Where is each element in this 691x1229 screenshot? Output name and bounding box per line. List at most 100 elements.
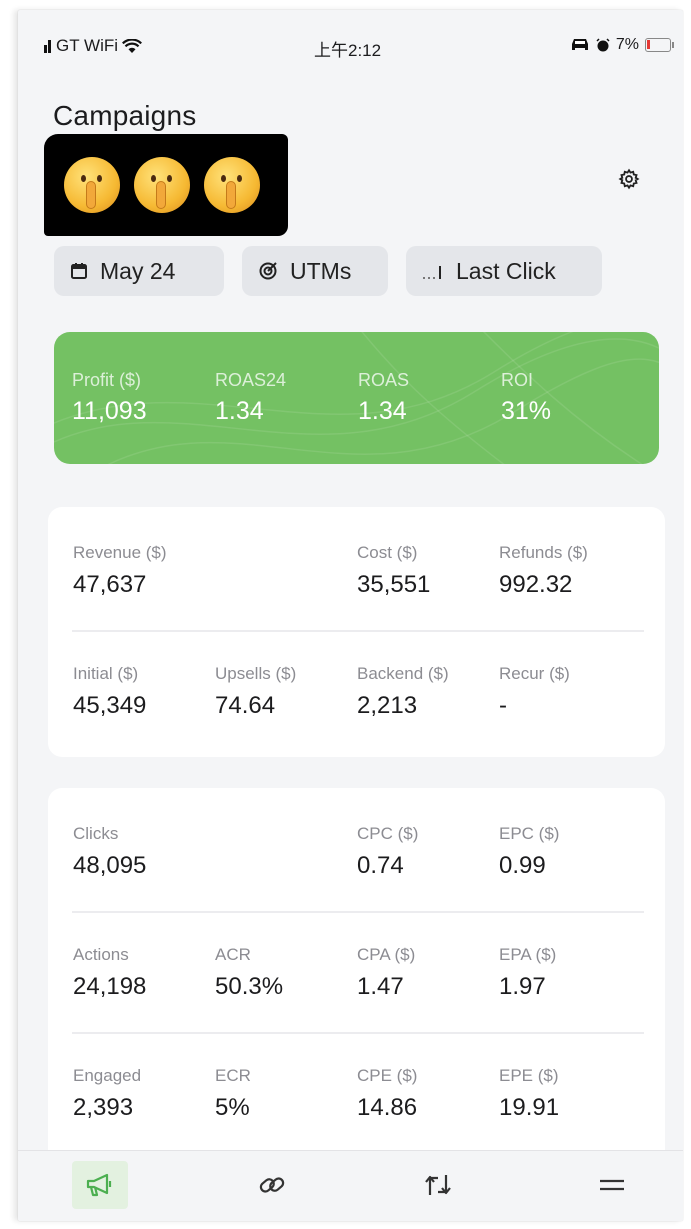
stat-value: 74.64 <box>215 692 276 719</box>
stat-value: 35,551 <box>357 571 431 598</box>
nav-conversions[interactable] <box>410 1161 466 1209</box>
nav-campaigns[interactable] <box>72 1161 128 1209</box>
summary-metric-profit: Profit ($) 11,093 <box>72 370 147 426</box>
stat-value: 5% <box>215 1094 250 1121</box>
stat-recur: Recur ($) - <box>499 664 570 720</box>
stat-value: - <box>499 692 507 719</box>
attribution-filter-button[interactable]: Last Click <box>406 246 602 296</box>
phone-screen: GT WiFi 上午2:12 7% Campaigns May 24 UTMs … <box>18 10 683 1221</box>
stat-value: 24,198 <box>73 973 147 1000</box>
wifi-icon <box>122 38 142 53</box>
stat-value: 2,213 <box>357 692 418 719</box>
stat-label: CPC ($) <box>357 824 419 843</box>
shushing-face-icon <box>134 157 190 213</box>
shushing-face-icon <box>204 157 260 213</box>
page-title: Campaigns <box>53 100 197 131</box>
attribution-filter-label: Last Click <box>456 257 556 284</box>
stat-epa: EPA ($) 1.97 <box>499 945 556 1001</box>
menu-icon <box>600 1179 624 1191</box>
link-icon <box>259 1177 285 1193</box>
redacted-emoji-block <box>44 134 288 236</box>
stat-value: 48,095 <box>73 852 147 879</box>
stat-acr: ACR 50.3% <box>215 945 283 1001</box>
stat-engaged: Engaged 2,393 <box>73 1066 141 1122</box>
bar-chart-icon <box>423 266 441 279</box>
profit-summary-card[interactable]: Profit ($) 11,093 ROAS24 1.34 ROAS 1.34 … <box>54 332 659 464</box>
stat-label: Revenue ($) <box>73 543 167 562</box>
status-bar: GT WiFi 上午2:12 7% <box>18 32 683 62</box>
stat-value: 1.47 <box>357 973 404 1000</box>
stat-label: Actions <box>73 945 129 964</box>
shushing-face-icon <box>64 157 120 213</box>
date-filter-button[interactable]: May 24 <box>54 246 224 296</box>
revenue-stats-card[interactable]: Revenue ($) 47,637 Cost ($) 35,551 Refun… <box>48 507 665 757</box>
metric-value: 11,093 <box>72 397 147 425</box>
calendar-icon <box>71 263 87 279</box>
settings-button[interactable] <box>616 166 642 192</box>
stat-refunds: Refunds ($) 992.32 <box>499 543 588 599</box>
utms-filter-button[interactable]: UTMs <box>242 246 388 296</box>
stat-label: EPA ($) <box>499 945 557 964</box>
stat-cpe: CPE ($) 14.86 <box>357 1066 417 1122</box>
stat-label: EPC ($) <box>499 824 560 843</box>
metric-label: ROI <box>501 370 534 390</box>
stat-actions: Actions 24,198 <box>73 945 146 1001</box>
summary-metric-roas24: ROAS24 1.34 <box>215 370 286 426</box>
stat-backend: Backend ($) 2,213 <box>357 664 449 720</box>
traffic-stats-card[interactable]: Clicks 48,095 CPC ($) 0.74 EPC ($) 0.99 … <box>48 788 665 1188</box>
stat-label: Refunds ($) <box>499 543 588 562</box>
alarm-icon <box>596 38 610 52</box>
stat-cost: Cost ($) 35,551 <box>357 543 430 599</box>
stat-label: CPA ($) <box>357 945 416 964</box>
stat-label: ECR <box>215 1066 251 1085</box>
divider <box>72 1032 644 1034</box>
stat-upsells: Upsells ($) 74.64 <box>215 664 296 720</box>
metric-label: Profit ($) <box>72 370 142 390</box>
stat-value: 50.3% <box>215 973 284 1000</box>
stat-cpa: CPA ($) 1.47 <box>357 945 415 1001</box>
stat-label: EPE ($) <box>499 1066 559 1085</box>
stat-epc: EPC ($) 0.99 <box>499 824 559 880</box>
utms-filter-label: UTMs <box>290 257 352 284</box>
bottom-nav <box>18 1150 683 1221</box>
stat-value: 47,637 <box>73 571 147 598</box>
signal-icon <box>44 39 52 53</box>
date-filter-label: May 24 <box>100 257 176 284</box>
stat-value: 45,349 <box>73 692 147 719</box>
summary-metric-roas: ROAS 1.34 <box>358 370 409 426</box>
nav-links[interactable] <box>244 1161 300 1209</box>
nav-menu[interactable] <box>584 1161 640 1209</box>
stat-label: Engaged <box>73 1066 142 1085</box>
car-icon <box>571 39 588 50</box>
stat-epe: EPE ($) 19.91 <box>499 1066 559 1122</box>
carrier-label: GT WiFi <box>56 36 119 55</box>
stat-value: 2,393 <box>73 1094 134 1121</box>
megaphone-icon <box>86 1173 112 1197</box>
stat-value: 0.99 <box>499 852 546 879</box>
stat-label: Cost ($) <box>357 543 418 562</box>
status-time: 上午2:12 <box>314 41 382 60</box>
stat-value: 1.97 <box>499 973 546 1000</box>
stat-ecr: ECR 5% <box>215 1066 251 1122</box>
stat-label: Clicks <box>73 824 119 843</box>
stat-value: 0.74 <box>357 852 404 879</box>
summary-metric-roi: ROI 31% <box>501 370 551 426</box>
stat-initial: Initial ($) 45,349 <box>73 664 146 720</box>
metric-value: 31% <box>501 397 552 425</box>
battery-icon <box>645 38 674 52</box>
gear-icon <box>618 168 640 190</box>
stat-clicks: Clicks 48,095 <box>73 824 146 880</box>
metric-value: 1.34 <box>215 397 264 425</box>
swap-icon <box>425 1175 451 1195</box>
stat-label: Upsells ($) <box>215 664 297 683</box>
stat-label: CPE ($) <box>357 1066 418 1085</box>
metric-label: ROAS24 <box>215 370 287 390</box>
divider <box>72 911 644 913</box>
stat-value: 992.32 <box>499 571 573 598</box>
stat-value: 14.86 <box>357 1094 418 1121</box>
stat-revenue: Revenue ($) 47,637 <box>73 543 167 599</box>
stat-cpc: CPC ($) 0.74 <box>357 824 418 880</box>
stat-label: Recur ($) <box>499 664 570 683</box>
stat-label: ACR <box>215 945 251 964</box>
metric-value: 1.34 <box>358 397 407 425</box>
